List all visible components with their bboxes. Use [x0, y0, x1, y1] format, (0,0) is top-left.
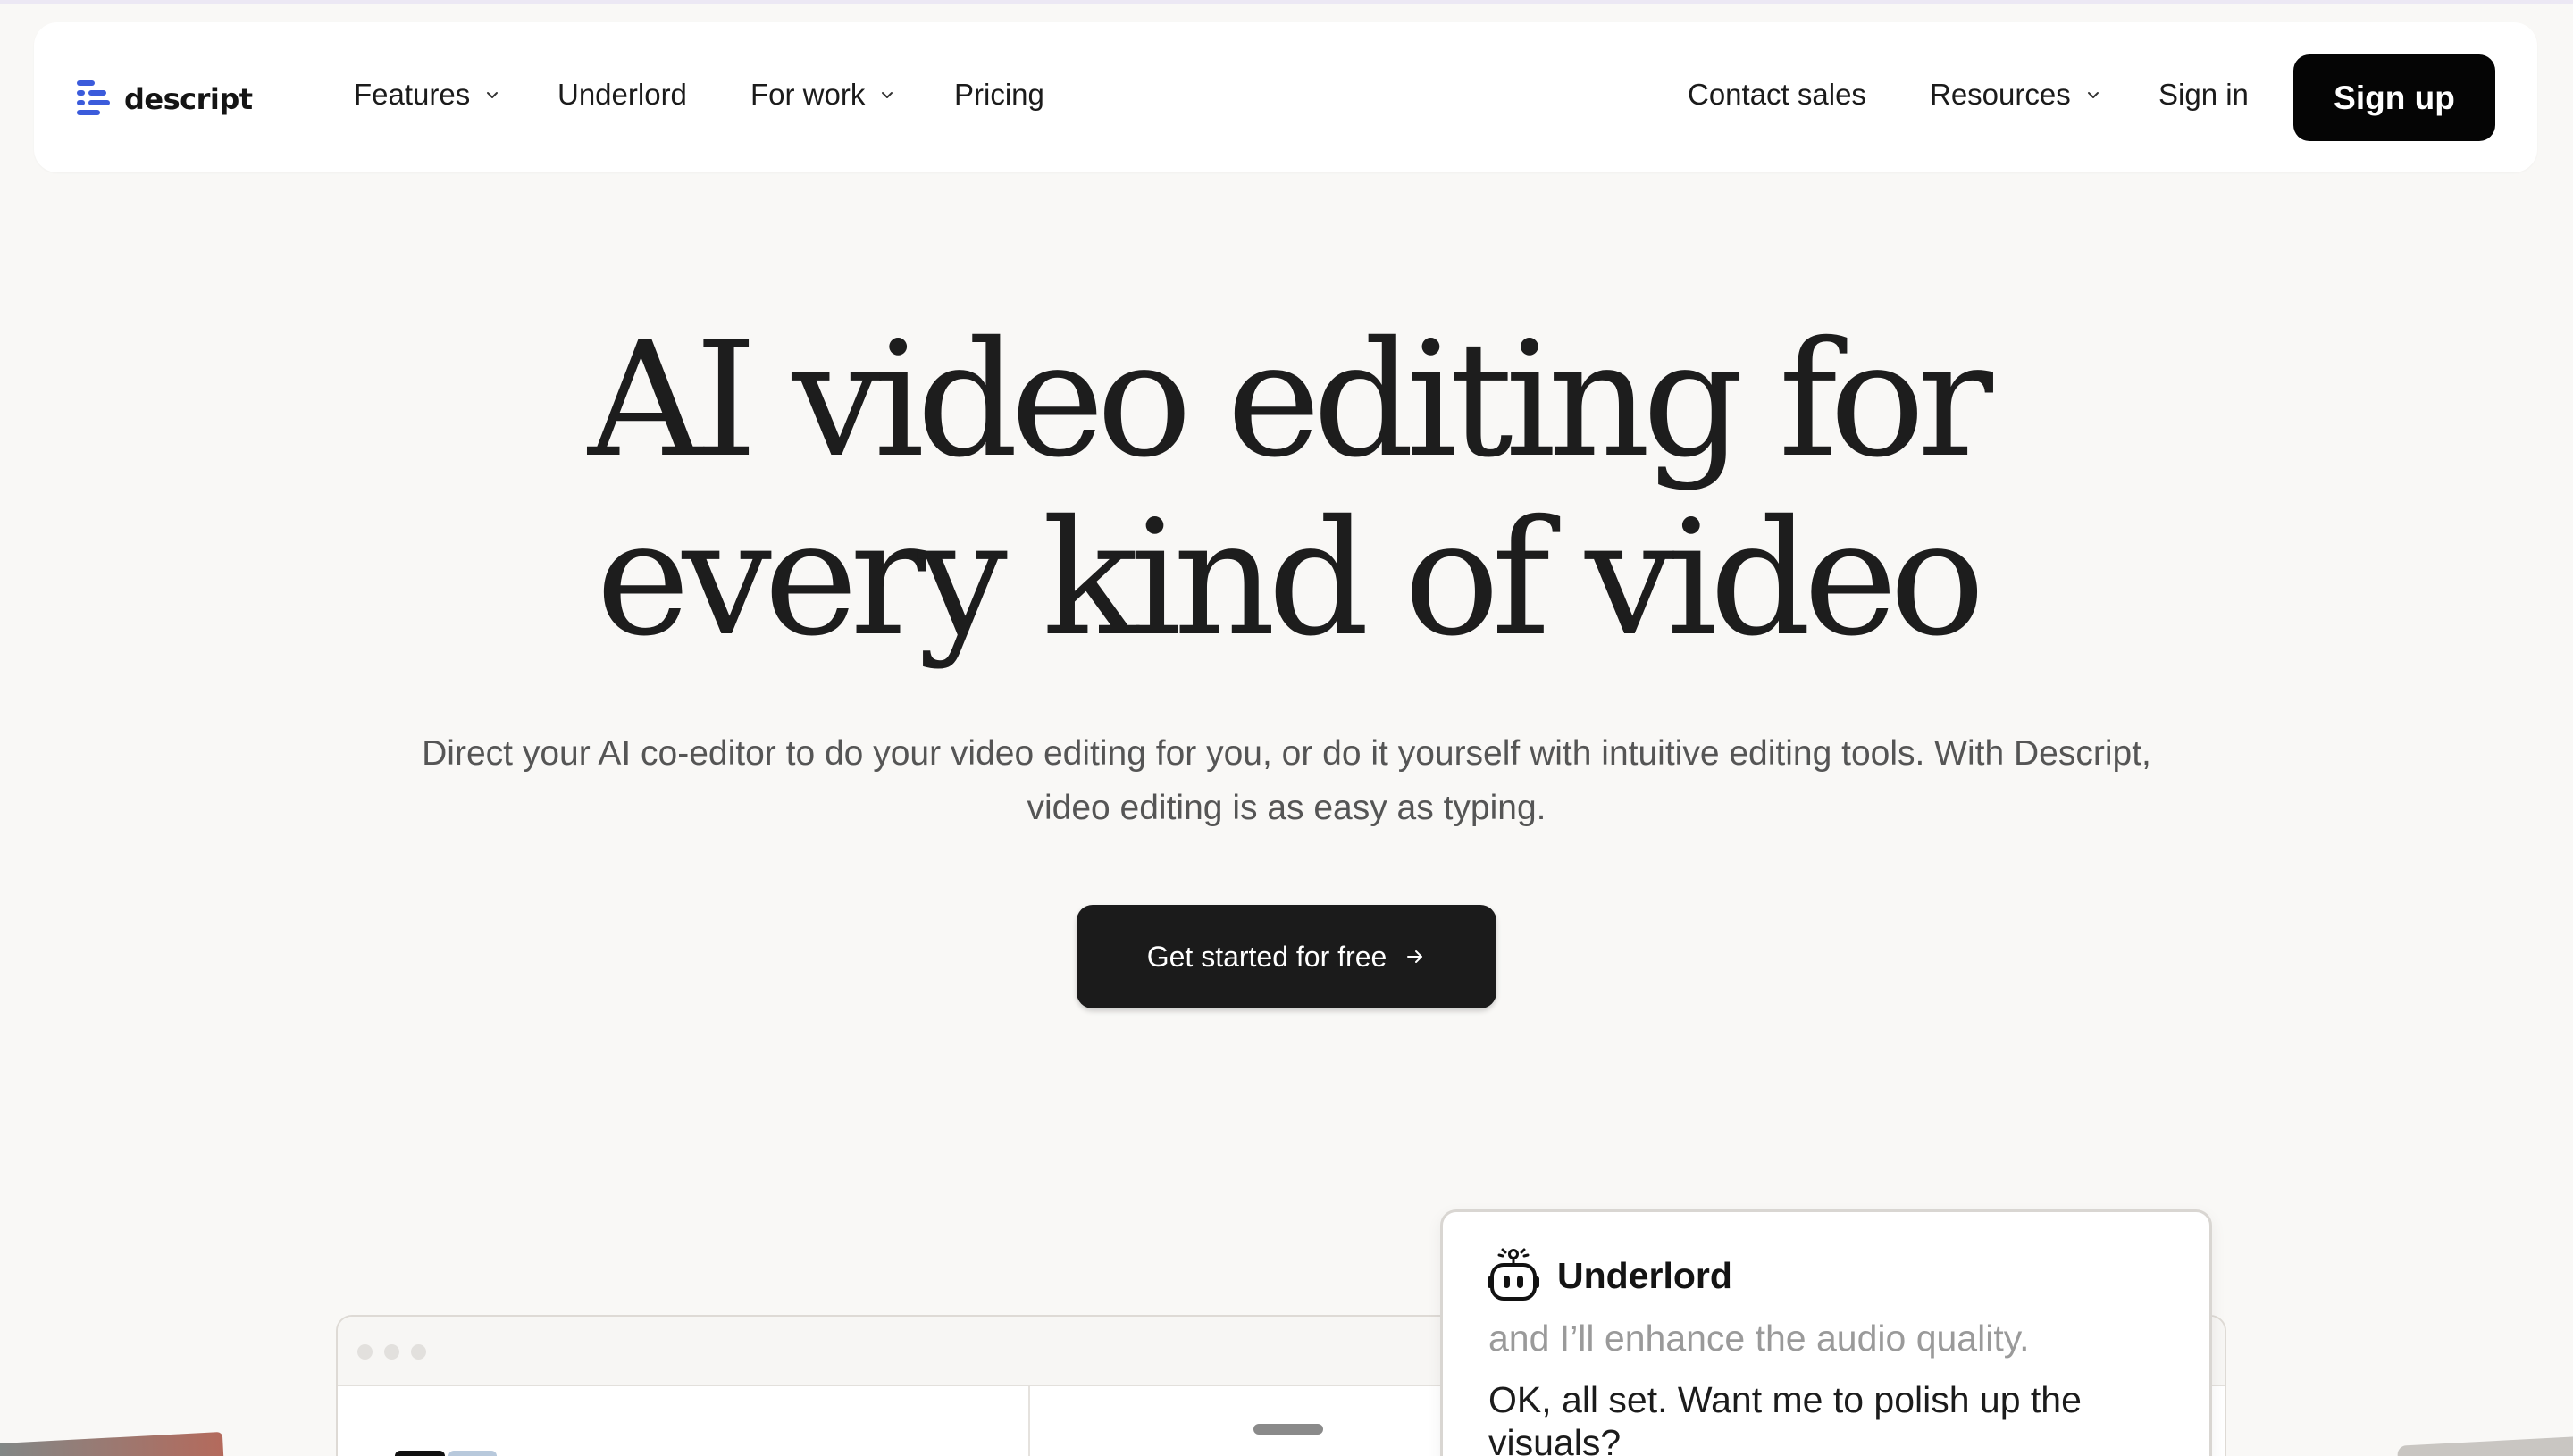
nav-sign-in[interactable]: Sign in — [2158, 78, 2249, 112]
side-thumbnail-left — [0, 1431, 224, 1456]
brand-logo[interactable]: descript — [77, 79, 253, 120]
chevron-down-icon — [487, 92, 499, 98]
nav-resources[interactable]: Resources — [1930, 78, 2101, 112]
get-started-label: Get started for free — [1146, 940, 1387, 973]
hero-title: AI video editing for every kind of video — [0, 311, 2573, 668]
nav-contact-sales-label: Contact sales — [1688, 78, 1866, 111]
nav-for-work[interactable]: For work — [750, 78, 895, 112]
preview-drag-handle[interactable] — [1253, 1424, 1323, 1435]
brand-name: descript — [124, 82, 253, 116]
window-dot — [384, 1344, 399, 1360]
side-thumbnail-right — [2397, 1434, 2573, 1456]
nav-underlord-label: Underlord — [557, 78, 687, 111]
preview-thumbnail — [448, 1451, 497, 1456]
preview-divider — [1028, 1386, 1030, 1456]
sign-up-button[interactable]: Sign up — [2293, 54, 2495, 141]
nav-pricing[interactable]: Pricing — [954, 78, 1044, 112]
nav-resources-label: Resources — [1930, 78, 2071, 111]
nav-pricing-label: Pricing — [954, 78, 1044, 111]
underlord-header: Underlord — [1484, 1246, 1732, 1305]
chevron-down-icon — [2087, 92, 2099, 98]
nav-underlord[interactable]: Underlord — [557, 78, 687, 112]
nav-contact-sales[interactable]: Contact sales — [1688, 78, 1866, 112]
nav-features-label: Features — [354, 78, 471, 111]
underlord-chat-card: Underlord and I’ll enhance the audio qua… — [1440, 1209, 2212, 1456]
hero-title-line-2: every kind of video — [596, 486, 1985, 671]
robot-icon — [1488, 1248, 1539, 1301]
get-started-button[interactable]: Get started for free — [1077, 905, 1496, 1008]
window-dot — [411, 1344, 426, 1360]
descript-logo-icon — [77, 80, 110, 115]
top-accent-line — [0, 0, 2573, 4]
window-dot — [357, 1344, 373, 1360]
underlord-previous-message: and I’ll enhance the audio quality. — [1488, 1318, 2030, 1359]
hero-title-line-1: AI video editing for — [588, 307, 1993, 492]
underlord-card-title: Underlord — [1557, 1254, 1732, 1296]
nav-sign-in-label: Sign in — [2158, 78, 2249, 111]
underlord-current-message: OK, all set. Want me to polish up the vi… — [1488, 1379, 2082, 1456]
arrow-right-icon — [1407, 950, 1423, 963]
nav-for-work-label: For work — [750, 78, 866, 111]
nav-features[interactable]: Features — [354, 78, 500, 112]
hero-subtitle: Direct your AI co-editor to do your vide… — [422, 734, 2151, 827]
chevron-down-icon — [882, 92, 893, 98]
preview-thumbnail — [395, 1451, 445, 1456]
